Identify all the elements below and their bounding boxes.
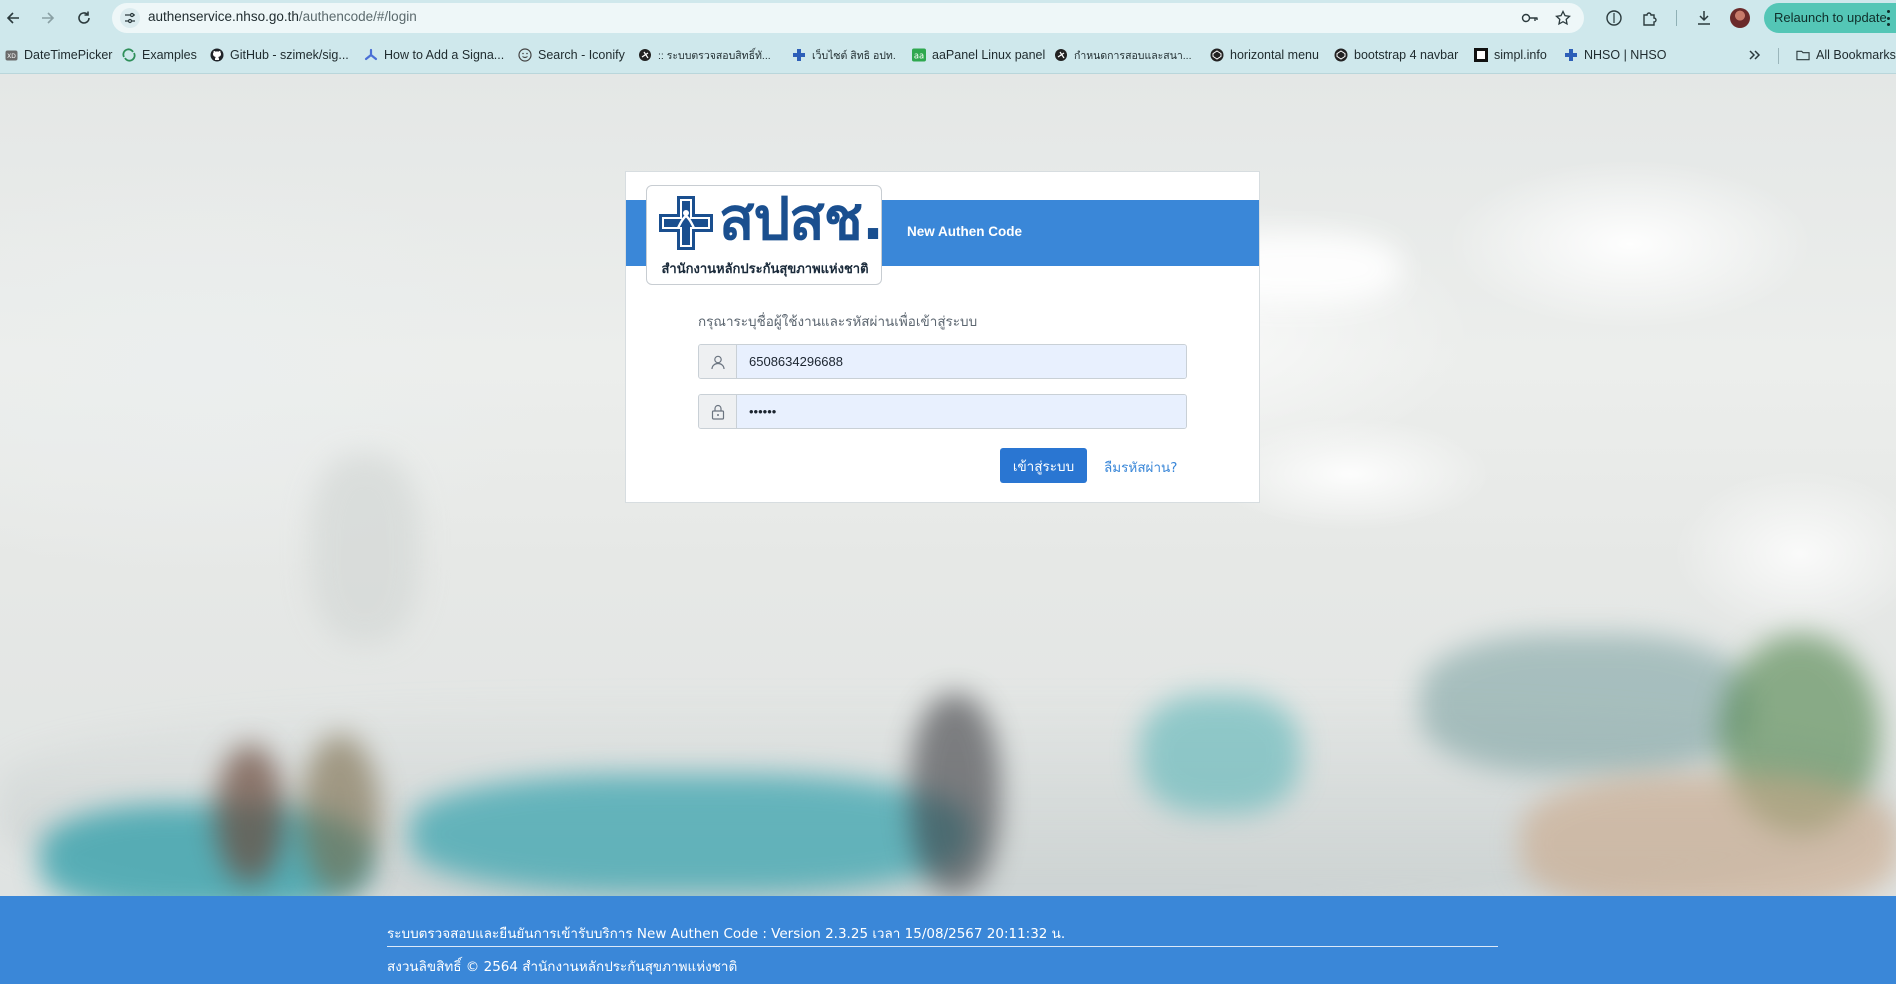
bookmark-item[interactable]: horizontal menu bbox=[1210, 45, 1319, 65]
browser-toolbar: authenservice.nhso.go.th/authencode/#/lo… bbox=[0, 0, 1896, 36]
arrow-left-icon bbox=[6, 12, 19, 24]
address-bar[interactable]: authenservice.nhso.go.th/authencode/#/lo… bbox=[112, 3, 1584, 33]
bookmark-label: NHSO | NHSO bbox=[1584, 48, 1667, 62]
footer-divider bbox=[387, 946, 1498, 947]
xd-icon: XD bbox=[4, 48, 18, 62]
aapanel-icon: aa bbox=[912, 48, 926, 62]
all-bookmarks-label: All Bookmarks bbox=[1816, 48, 1896, 62]
nhso-icon bbox=[1564, 48, 1578, 62]
bookmark-item[interactable]: กำหนดการสอบและสนา... bbox=[1054, 45, 1192, 65]
svg-text:aa: aa bbox=[914, 50, 924, 60]
bookmark-item[interactable]: XD DateTimePicker bbox=[4, 45, 112, 65]
bookmark-label: aaPanel Linux panel bbox=[932, 48, 1046, 62]
globe-icon bbox=[638, 48, 652, 62]
relaunch-button[interactable]: Relaunch to update bbox=[1764, 3, 1896, 33]
iconify-icon bbox=[518, 48, 532, 62]
password-field-group bbox=[698, 394, 1187, 429]
reload-icon bbox=[78, 11, 90, 24]
chevron-double-right-icon bbox=[1748, 48, 1762, 62]
extension-icon[interactable] bbox=[1602, 6, 1626, 30]
bookmark-label: bootstrap 4 navbar bbox=[1354, 48, 1459, 62]
relaunch-label: Relaunch to update bbox=[1774, 10, 1887, 25]
svg-text:XD: XD bbox=[7, 53, 16, 60]
download-icon[interactable] bbox=[1692, 6, 1716, 30]
username-input[interactable] bbox=[737, 345, 1186, 378]
more-menu-icon[interactable] bbox=[1886, 10, 1890, 26]
login-instruction: กรุณาระบุชื่อผู้ใช้งานและรหัสผ่านเพื่อเข… bbox=[698, 314, 978, 330]
bookmark-item[interactable]: GitHub - szimek/sig... bbox=[210, 45, 349, 65]
codepen-icon bbox=[1334, 48, 1348, 62]
logo-subtitle: สำนักงานหลักประกันสุขภาพแห่งชาติ bbox=[661, 262, 869, 277]
bookmark-label: :: ระบบตรวจสอบสิทธิ์ทั... bbox=[658, 49, 771, 62]
github-icon bbox=[210, 48, 224, 62]
login-card: New Authen Code สปสช. สำนักงานหลักประกัน… bbox=[625, 171, 1260, 503]
forward-button[interactable] bbox=[36, 6, 60, 30]
logo-wordmark: สปสช. bbox=[719, 185, 884, 253]
back-button[interactable] bbox=[1, 6, 25, 30]
nhso-icon bbox=[792, 48, 806, 62]
examples-icon bbox=[122, 48, 136, 62]
url-host: authenservice.nhso.go.th bbox=[148, 9, 299, 24]
simpl-icon bbox=[1474, 48, 1488, 62]
bookmark-item[interactable]: NHSO | NHSO bbox=[1564, 45, 1666, 65]
bookmark-label: Examples bbox=[142, 48, 197, 62]
bookmarks-overflow-button[interactable] bbox=[1748, 45, 1762, 65]
card-title: New Authen Code bbox=[907, 224, 1023, 239]
site-settings-icon[interactable] bbox=[120, 8, 140, 28]
bookmark-star-icon[interactable] bbox=[1553, 8, 1573, 28]
bookmark-label: กำหนดการสอบและสนา... bbox=[1074, 49, 1192, 62]
bookmark-label: Search - Iconify bbox=[538, 48, 625, 62]
page-footer: ระบบตรวจสอบและยืนยันการเข้ารับบริการ New… bbox=[0, 896, 1896, 984]
bookmark-item[interactable]: How to Add a Signa... bbox=[364, 45, 504, 65]
footer-version-text: ระบบตรวจสอบและยืนยันการเข้ารับบริการ New… bbox=[387, 926, 1066, 942]
login-button[interactable]: เข้าสู่ระบบ bbox=[1000, 448, 1087, 483]
bookmark-label: How to Add a Signa... bbox=[384, 48, 505, 62]
bookmark-label: DateTimePicker bbox=[24, 48, 113, 62]
username-field-group bbox=[698, 344, 1187, 379]
user-icon bbox=[699, 345, 737, 378]
forgot-password-link[interactable]: ลืมรหัสผ่าน? bbox=[1104, 456, 1177, 478]
bookmarks-bar: XD DateTimePicker Examples GitHub - szim… bbox=[0, 36, 1896, 74]
url-text[interactable]: authenservice.nhso.go.th/authencode/#/lo… bbox=[148, 9, 417, 24]
url-path: /authencode/#/login bbox=[298, 9, 417, 24]
all-bookmarks-button[interactable]: All Bookmarks bbox=[1796, 45, 1896, 65]
lock-icon bbox=[699, 395, 737, 428]
bookmark-label: GitHub - szimek/sig... bbox=[230, 48, 349, 62]
password-input[interactable] bbox=[737, 395, 1186, 428]
toolbar-divider bbox=[1676, 10, 1677, 26]
nhso-cross-emblem-icon bbox=[659, 196, 713, 250]
footer-copyright: สงวนลิขสิทธิ์ © 2564 สำนักงานหลักประกันส… bbox=[387, 959, 738, 975]
bookmark-label: เว็บไซต์ สิทธิ อปท. bbox=[812, 49, 896, 62]
bookmark-label: horizontal menu bbox=[1230, 48, 1319, 62]
extensions-puzzle-icon[interactable] bbox=[1638, 6, 1662, 30]
profile-avatar[interactable] bbox=[1730, 8, 1750, 28]
nhso-logo: สปสช. สำนักงานหลักประกันสุขภาพแห่งชาติ bbox=[646, 185, 884, 285]
bookmark-item[interactable]: Search - Iconify bbox=[518, 45, 625, 65]
arrow-right-icon bbox=[42, 12, 55, 24]
codepen-icon bbox=[1210, 48, 1224, 62]
bookmark-item[interactable]: :: ระบบตรวจสอบสิทธิ์ทั... bbox=[638, 45, 771, 65]
bookmark-item[interactable]: เว็บไซต์ สิทธิ อปท. bbox=[792, 45, 896, 65]
bookmarks-divider bbox=[1778, 48, 1779, 64]
bookmark-item[interactable]: aa aaPanel Linux panel bbox=[912, 45, 1045, 65]
password-key-icon[interactable] bbox=[1520, 8, 1540, 28]
folder-icon bbox=[1796, 48, 1810, 62]
signature-icon bbox=[364, 48, 378, 62]
reload-button[interactable] bbox=[72, 6, 96, 30]
bookmark-item[interactable]: bootstrap 4 navbar bbox=[1334, 45, 1458, 65]
globe-icon bbox=[1054, 48, 1068, 62]
bookmark-label: simpl.info bbox=[1494, 48, 1547, 62]
bookmark-item[interactable]: Examples bbox=[122, 45, 197, 65]
bookmark-item[interactable]: simpl.info bbox=[1474, 45, 1547, 65]
